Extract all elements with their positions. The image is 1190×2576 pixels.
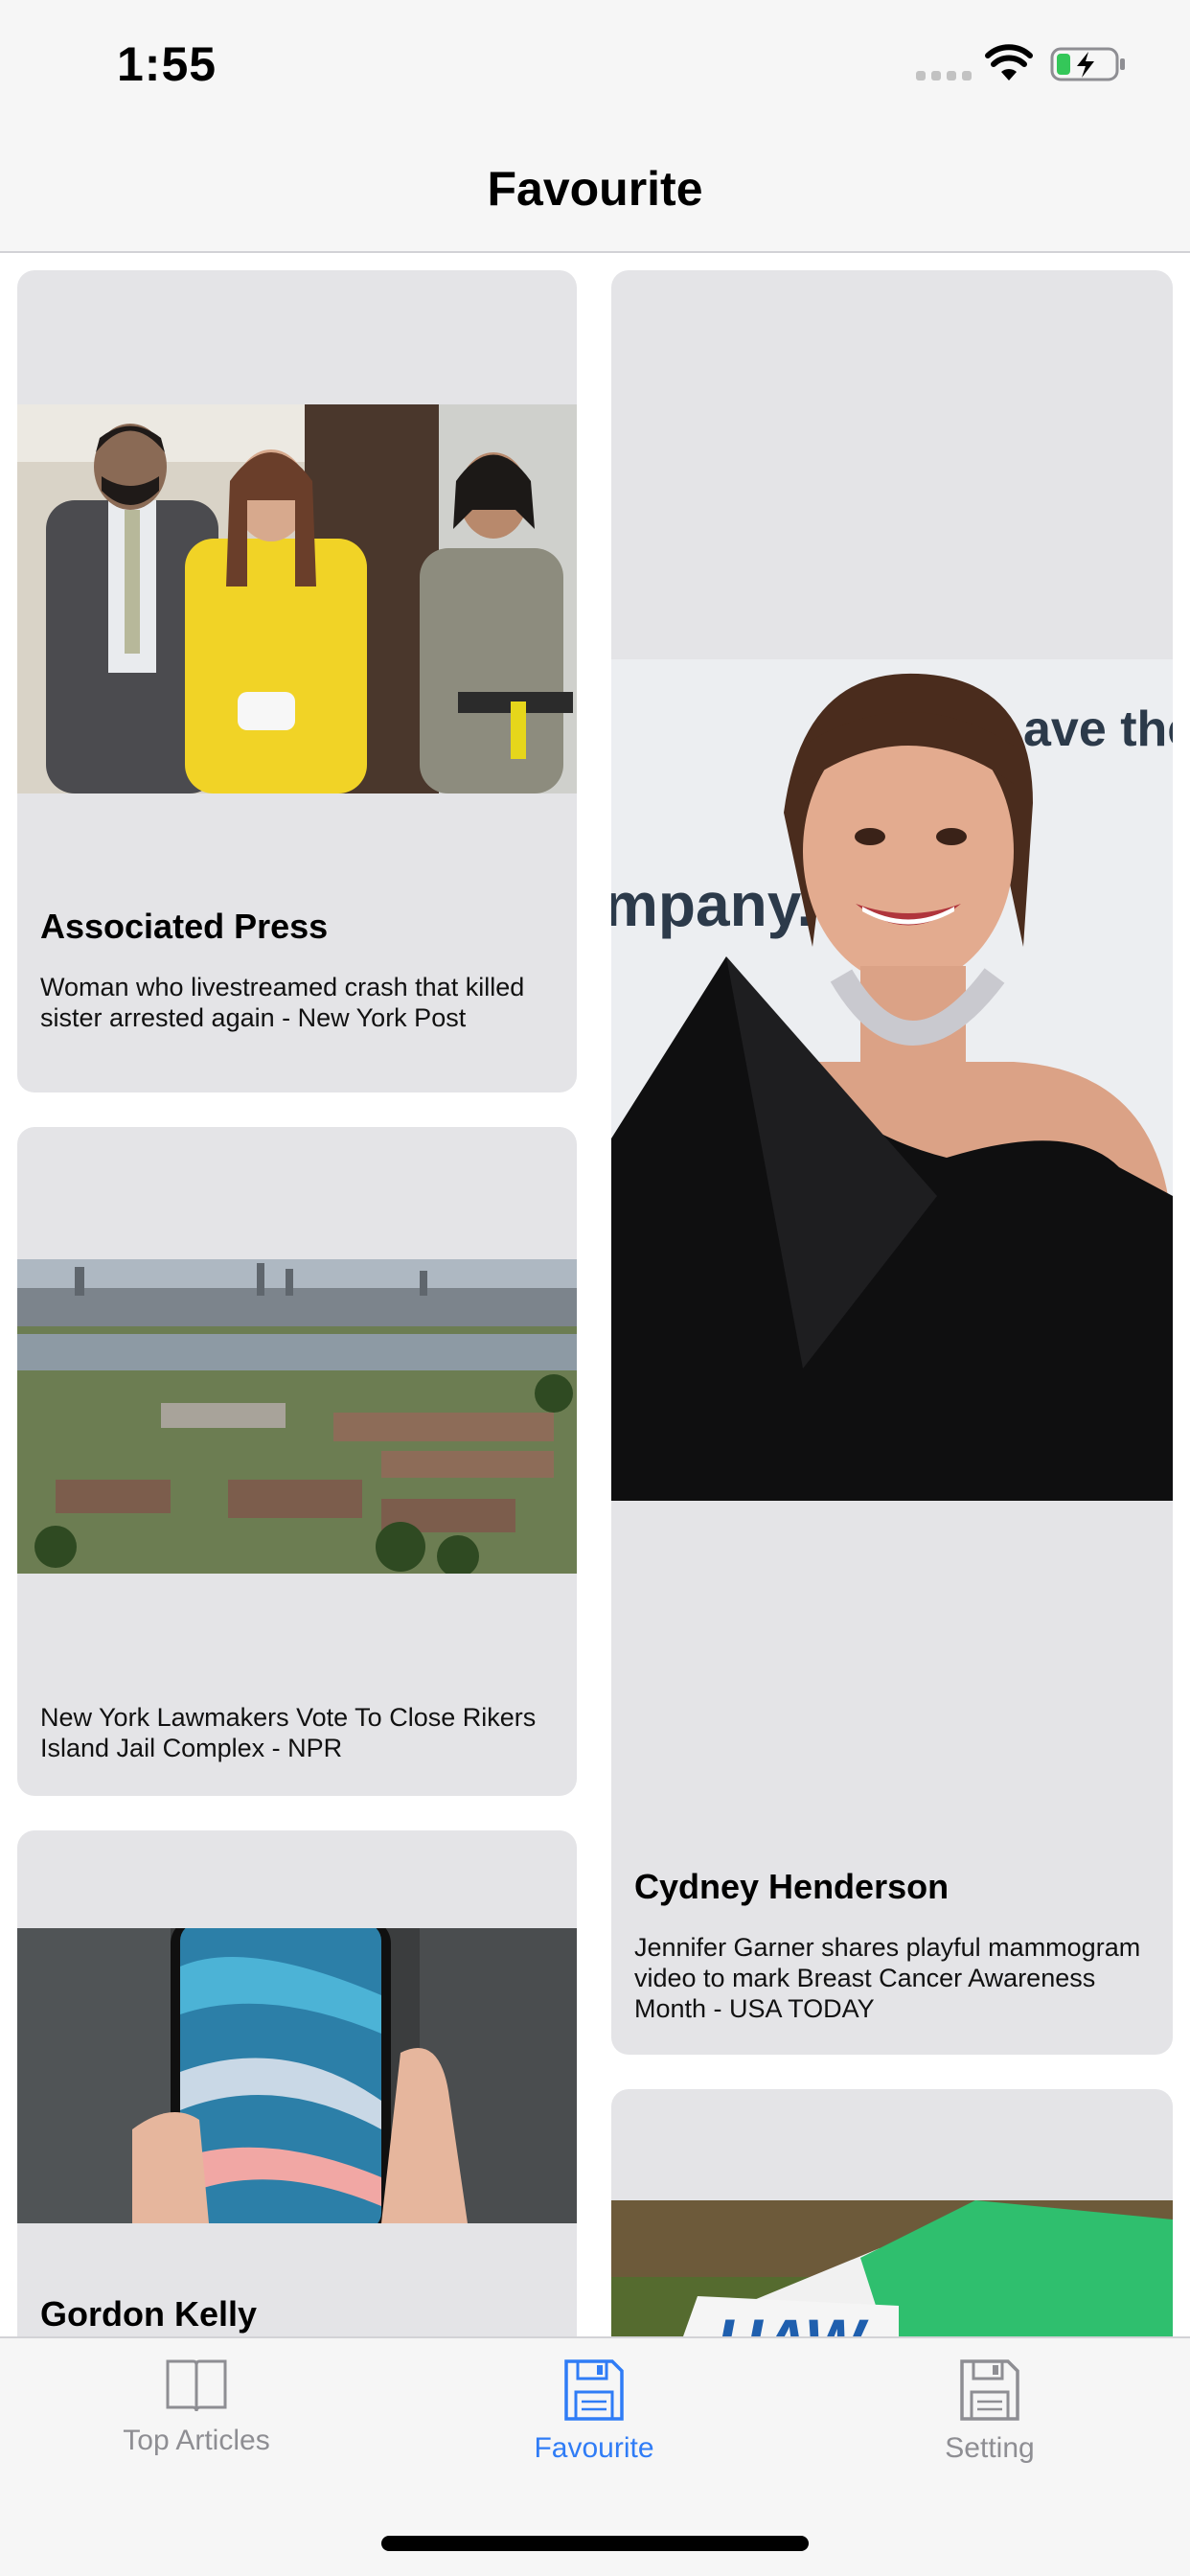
favourites-grid[interactable]: Associated Press Woman who livestreamed … <box>0 255 1190 2336</box>
tab-favourite[interactable]: Favourite <box>450 2358 738 2465</box>
backdrop-text: ave the <box>1023 702 1173 757</box>
article-image <box>17 1928 577 2223</box>
sign-text: UAW <box>717 2306 869 2336</box>
article-image <box>17 404 577 794</box>
article-author: Cydney Henderson <box>634 1867 950 1906</box>
navigation-bar: Favourite <box>0 126 1190 253</box>
article-card[interactable]: UAW <box>611 2089 1173 2336</box>
tab-top-articles[interactable]: Top Articles <box>53 2358 340 2457</box>
backdrop-text: mpany. <box>611 870 813 939</box>
page-title: Favourite <box>487 162 703 216</box>
floppy-disk-icon <box>960 2359 1019 2421</box>
status-time: 1:55 <box>117 37 217 91</box>
home-indicator[interactable] <box>381 2536 809 2551</box>
article-card[interactable]: mpany. ave the Cydney H <box>611 270 1173 2055</box>
article-title: New York Lawmakers Vote To Close Rikers … <box>40 1703 537 1762</box>
article-image <box>17 1259 577 1574</box>
tab-label: Top Articles <box>123 2425 270 2456</box>
article-title: Jennifer Garner shares playful mammogram… <box>634 1933 1141 2023</box>
tab-label: Setting <box>945 2432 1035 2464</box>
article-title: Woman who livestreamed crash that killed… <box>40 973 525 1032</box>
article-image: mpany. ave the <box>611 659 1173 1501</box>
article-image: UAW <box>611 2200 1173 2336</box>
book-icon <box>166 2359 227 2412</box>
cellular-signal-icon <box>916 71 972 80</box>
tab-label: Favourite <box>534 2432 654 2464</box>
wifi-icon <box>985 44 1033 80</box>
status-bar: 1:55 <box>0 0 1190 126</box>
tab-setting[interactable]: Setting <box>846 2358 1133 2465</box>
article-card[interactable]: Gordon Kelly <box>17 1830 577 2336</box>
article-author: Gordon Kelly <box>40 2294 258 2334</box>
floppy-disk-icon <box>564 2359 624 2421</box>
article-card[interactable]: Associated Press Woman who livestreamed … <box>17 270 577 1092</box>
article-card[interactable]: New York Lawmakers Vote To Close Rikers … <box>17 1127 577 1796</box>
battery-charging-icon <box>1050 47 1125 81</box>
article-author: Associated Press <box>40 907 329 946</box>
